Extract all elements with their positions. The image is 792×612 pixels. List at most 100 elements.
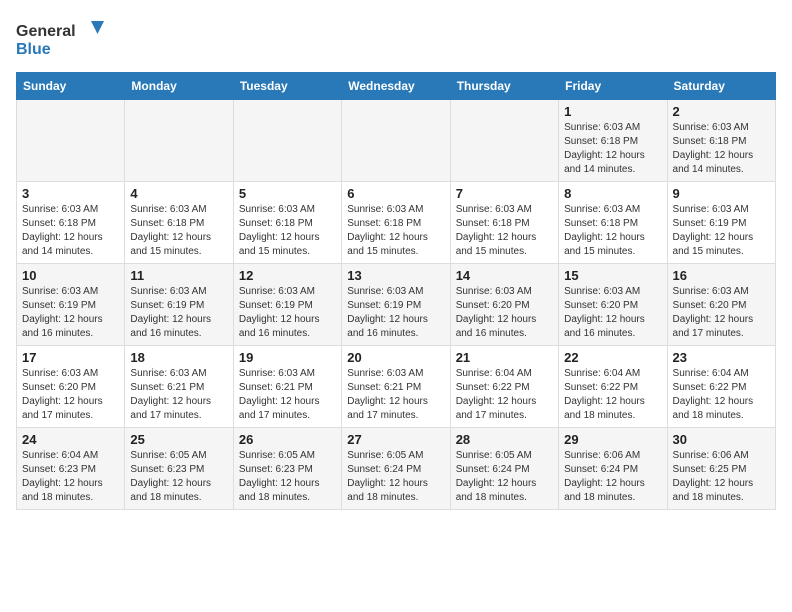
day-info: Sunrise: 6:03 AM Sunset: 6:21 PM Dayligh… [239, 367, 336, 423]
calendar-cell: 27Sunrise: 6:05 AM Sunset: 6:24 PM Dayli… [342, 428, 450, 510]
day-of-week-tuesday: Tuesday [233, 73, 341, 100]
day-number: 28 [456, 432, 553, 447]
day-info: Sunrise: 6:04 AM Sunset: 6:22 PM Dayligh… [673, 367, 770, 423]
week-row-2: 3 Sunrise: 6:03 AM Sunset: 6:18 PM Daylig… [17, 182, 776, 264]
calendar-cell: 2Sunrise: 6:03 AM Sunset: 6:18 PM Daylig… [667, 100, 775, 182]
calendar-cell: 9 Sunrise: 6:03 AM Sunset: 6:19 PM Daylig… [667, 182, 775, 264]
day-number: 25 [130, 432, 227, 447]
calendar-body: 1 Sunrise: 6:03 AM Sunset: 6:18 PM Daylig… [17, 100, 776, 510]
calendar-cell: 13 Sunrise: 6:03 AM Sunset: 6:19 PM Dayli… [342, 264, 450, 346]
calendar-cell: 30Sunrise: 6:06 AM Sunset: 6:25 PM Dayli… [667, 428, 775, 510]
calendar-cell: 26 Sunrise: 6:05 AM Sunset: 6:23 PM Dayli… [233, 428, 341, 510]
day-info: Sunrise: 6:03 AM Sunset: 6:19 PM Dayligh… [673, 203, 770, 259]
day-of-week-friday: Friday [559, 73, 667, 100]
day-number: 10 [22, 268, 119, 283]
calendar-cell [450, 100, 558, 182]
calendar-cell: 5 Sunrise: 6:03 AM Sunset: 6:18 PM Daylig… [233, 182, 341, 264]
day-info: Sunrise: 6:06 AM Sunset: 6:24 PM Dayligh… [564, 449, 661, 505]
calendar-cell: 16Sunrise: 6:03 AM Sunset: 6:20 PM Dayli… [667, 264, 775, 346]
day-of-week-saturday: Saturday [667, 73, 775, 100]
day-number: 21 [456, 350, 553, 365]
day-info: Sunrise: 6:03 AM Sunset: 6:18 PM Dayligh… [130, 203, 227, 259]
week-row-5: 24 Sunrise: 6:04 AM Sunset: 6:23 PM Dayli… [17, 428, 776, 510]
day-number: 9 [673, 186, 770, 201]
day-number: 29 [564, 432, 661, 447]
logo-svg: General Blue [16, 16, 106, 60]
day-number: 6 [347, 186, 444, 201]
calendar-cell: 17 Sunrise: 6:03 AM Sunset: 6:20 PM Dayli… [17, 346, 125, 428]
day-number: 24 [22, 432, 119, 447]
day-info: Sunrise: 6:04 AM Sunset: 6:23 PM Dayligh… [22, 449, 119, 505]
day-of-week-wednesday: Wednesday [342, 73, 450, 100]
day-number: 8 [564, 186, 661, 201]
day-info: Sunrise: 6:03 AM Sunset: 6:18 PM Dayligh… [347, 203, 444, 259]
day-info: Sunrise: 6:03 AM Sunset: 6:19 PM Dayligh… [347, 285, 444, 341]
day-of-week-monday: Monday [125, 73, 233, 100]
calendar-cell: 10 Sunrise: 6:03 AM Sunset: 6:19 PM Dayli… [17, 264, 125, 346]
day-number: 12 [239, 268, 336, 283]
day-number: 23 [673, 350, 770, 365]
day-number: 1 [564, 104, 661, 119]
calendar-cell: 12 Sunrise: 6:03 AM Sunset: 6:19 PM Dayli… [233, 264, 341, 346]
day-number: 4 [130, 186, 227, 201]
calendar-cell: 19 Sunrise: 6:03 AM Sunset: 6:21 PM Dayli… [233, 346, 341, 428]
calendar-cell: 14 Sunrise: 6:03 AM Sunset: 6:20 PM Dayli… [450, 264, 558, 346]
calendar-cell: 29 Sunrise: 6:06 AM Sunset: 6:24 PM Dayli… [559, 428, 667, 510]
day-info: Sunrise: 6:03 AM Sunset: 6:21 PM Dayligh… [347, 367, 444, 423]
day-info: Sunrise: 6:05 AM Sunset: 6:23 PM Dayligh… [239, 449, 336, 505]
day-number: 13 [347, 268, 444, 283]
calendar-cell [17, 100, 125, 182]
calendar-cell: 22Sunrise: 6:04 AM Sunset: 6:22 PM Dayli… [559, 346, 667, 428]
calendar-cell: 11Sunrise: 6:03 AM Sunset: 6:19 PM Dayli… [125, 264, 233, 346]
day-number: 20 [347, 350, 444, 365]
day-info: Sunrise: 6:03 AM Sunset: 6:21 PM Dayligh… [130, 367, 227, 423]
day-number: 15 [564, 268, 661, 283]
day-number: 19 [239, 350, 336, 365]
day-info: Sunrise: 6:03 AM Sunset: 6:20 PM Dayligh… [22, 367, 119, 423]
day-number: 5 [239, 186, 336, 201]
day-info: Sunrise: 6:03 AM Sunset: 6:18 PM Dayligh… [673, 121, 770, 177]
day-number: 22 [564, 350, 661, 365]
day-info: Sunrise: 6:03 AM Sunset: 6:18 PM Dayligh… [239, 203, 336, 259]
calendar-cell [125, 100, 233, 182]
day-number: 14 [456, 268, 553, 283]
day-number: 30 [673, 432, 770, 447]
calendar-table: SundayMondayTuesdayWednesdayThursdayFrid… [16, 72, 776, 510]
day-of-week-thursday: Thursday [450, 73, 558, 100]
calendar-cell: 20 Sunrise: 6:03 AM Sunset: 6:21 PM Dayli… [342, 346, 450, 428]
calendar-cell: 21Sunrise: 6:04 AM Sunset: 6:22 PM Dayli… [450, 346, 558, 428]
day-info: Sunrise: 6:03 AM Sunset: 6:20 PM Dayligh… [456, 285, 553, 341]
calendar-cell: 24 Sunrise: 6:04 AM Sunset: 6:23 PM Dayli… [17, 428, 125, 510]
day-info: Sunrise: 6:03 AM Sunset: 6:18 PM Dayligh… [22, 203, 119, 259]
day-header-row: SundayMondayTuesdayWednesdayThursdayFrid… [17, 73, 776, 100]
calendar-cell: 25 Sunrise: 6:05 AM Sunset: 6:23 PM Dayli… [125, 428, 233, 510]
day-info: Sunrise: 6:03 AM Sunset: 6:18 PM Dayligh… [456, 203, 553, 259]
day-number: 11 [130, 268, 227, 283]
day-info: Sunrise: 6:05 AM Sunset: 6:23 PM Dayligh… [130, 449, 227, 505]
calendar-cell: 1 Sunrise: 6:03 AM Sunset: 6:18 PM Daylig… [559, 100, 667, 182]
calendar-cell: 8Sunrise: 6:03 AM Sunset: 6:18 PM Daylig… [559, 182, 667, 264]
calendar-cell: 7 Sunrise: 6:03 AM Sunset: 6:18 PM Daylig… [450, 182, 558, 264]
calendar-cell: 3 Sunrise: 6:03 AM Sunset: 6:18 PM Daylig… [17, 182, 125, 264]
day-info: Sunrise: 6:03 AM Sunset: 6:19 PM Dayligh… [22, 285, 119, 341]
svg-text:Blue: Blue [16, 41, 51, 58]
svg-text:General: General [16, 23, 76, 40]
calendar-cell: 28 Sunrise: 6:05 AM Sunset: 6:24 PM Dayli… [450, 428, 558, 510]
calendar-header: SundayMondayTuesdayWednesdayThursdayFrid… [17, 73, 776, 100]
calendar-cell: 6 Sunrise: 6:03 AM Sunset: 6:18 PM Daylig… [342, 182, 450, 264]
day-info: Sunrise: 6:05 AM Sunset: 6:24 PM Dayligh… [347, 449, 444, 505]
day-number: 7 [456, 186, 553, 201]
day-number: 26 [239, 432, 336, 447]
day-info: Sunrise: 6:03 AM Sunset: 6:19 PM Dayligh… [239, 285, 336, 341]
day-number: 3 [22, 186, 119, 201]
week-row-1: 1 Sunrise: 6:03 AM Sunset: 6:18 PM Daylig… [17, 100, 776, 182]
logo: General Blue [16, 16, 106, 60]
week-row-4: 17 Sunrise: 6:03 AM Sunset: 6:20 PM Dayli… [17, 346, 776, 428]
day-info: Sunrise: 6:03 AM Sunset: 6:18 PM Dayligh… [564, 121, 661, 177]
calendar-cell [342, 100, 450, 182]
day-info: Sunrise: 6:05 AM Sunset: 6:24 PM Dayligh… [456, 449, 553, 505]
calendar-cell: 23 Sunrise: 6:04 AM Sunset: 6:22 PM Dayli… [667, 346, 775, 428]
page-header: General Blue [16, 16, 776, 60]
calendar-cell: 18Sunrise: 6:03 AM Sunset: 6:21 PM Dayli… [125, 346, 233, 428]
day-number: 17 [22, 350, 119, 365]
